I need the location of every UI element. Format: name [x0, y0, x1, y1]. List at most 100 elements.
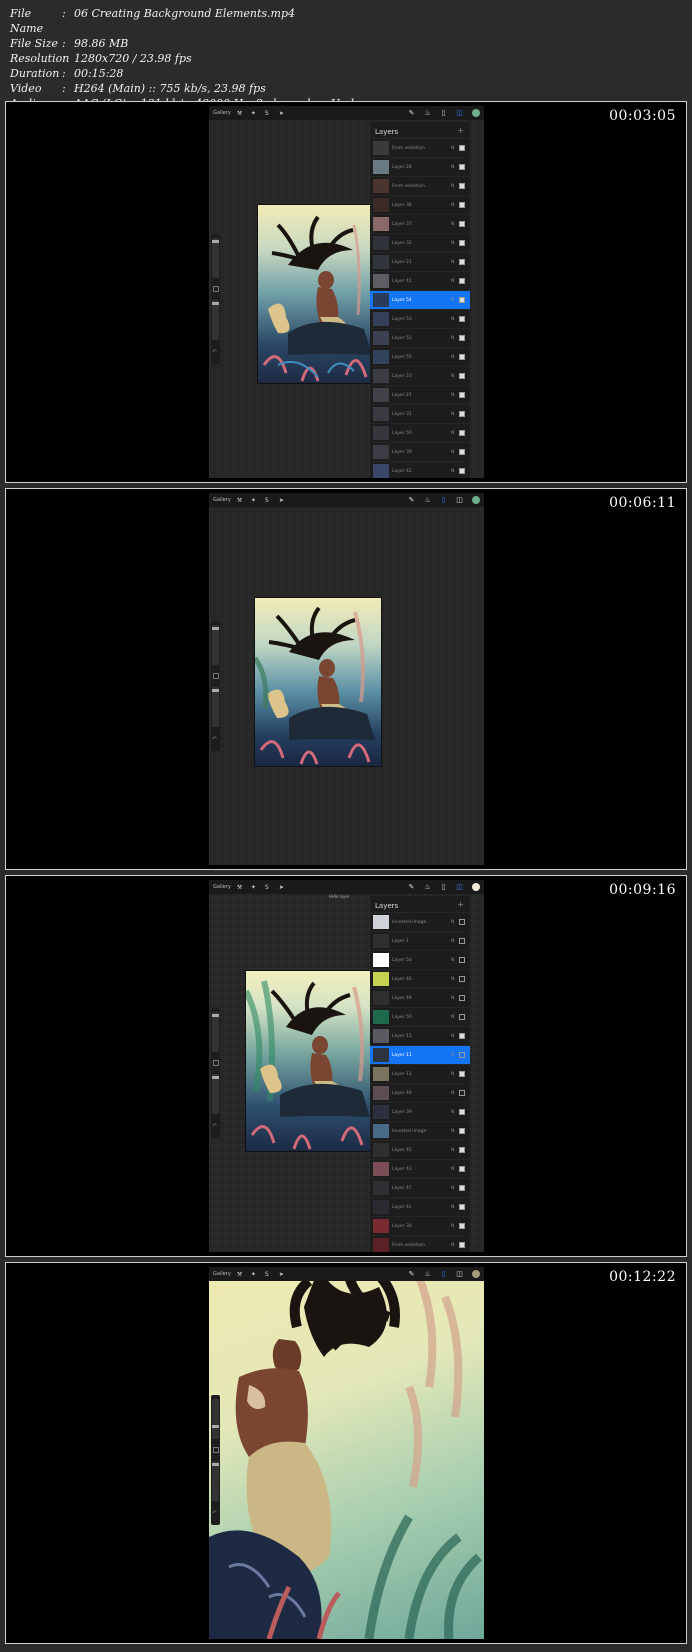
eyedropper-icon[interactable] — [213, 1060, 219, 1066]
layer-thumbnail[interactable] — [373, 198, 389, 212]
layer-row[interactable]: Layer 50 N — [370, 1007, 470, 1026]
layer-visibility-checkbox[interactable] — [459, 1090, 465, 1096]
blend-mode-button[interactable]: N — [451, 203, 459, 208]
layer-visibility-checkbox[interactable] — [459, 1147, 465, 1153]
layer-thumbnail[interactable] — [373, 407, 389, 421]
layer-row[interactable]: Layer 4x N — [370, 1197, 470, 1216]
layer-row[interactable]: Layer 1 N — [370, 931, 470, 950]
layer-row[interactable]: Layer 32 N — [370, 233, 470, 252]
slider-handle[interactable] — [212, 302, 219, 305]
layer-row[interactable]: Layer 42 N — [370, 461, 470, 478]
layer-visibility-checkbox[interactable] — [459, 1014, 465, 1020]
layer-thumbnail[interactable] — [373, 934, 389, 948]
layer-thumbnail[interactable] — [373, 1105, 389, 1119]
layer-thumbnail[interactable] — [373, 141, 389, 155]
layer-thumbnail[interactable] — [373, 388, 389, 402]
layer-visibility-checkbox[interactable] — [459, 449, 465, 455]
undo-icon[interactable]: ↶ — [212, 348, 217, 355]
layer-visibility-checkbox[interactable] — [459, 335, 465, 341]
layer-row[interactable]: Layer 41 N — [370, 271, 470, 290]
layer-thumbnail[interactable] — [373, 991, 389, 1005]
layer-visibility-checkbox[interactable] — [459, 164, 465, 170]
layer-thumbnail[interactable] — [373, 217, 389, 231]
layer-row[interactable]: Layer 39 N — [370, 442, 470, 461]
blend-mode-button[interactable]: N — [451, 165, 459, 170]
blend-mode-button[interactable]: N — [451, 1205, 459, 1210]
slider-handle[interactable] — [212, 240, 219, 243]
layer-visibility-checkbox[interactable] — [459, 1166, 465, 1172]
opacity-slider[interactable] — [212, 687, 219, 727]
brush-icon[interactable]: ✎ — [408, 1270, 415, 1278]
layer-visibility-checkbox[interactable] — [459, 1052, 465, 1058]
layer-thumbnail[interactable] — [373, 1143, 389, 1157]
mermaid-closeup-artwork[interactable] — [209, 1267, 484, 1639]
brush-size-slider[interactable] — [212, 1399, 219, 1439]
layer-thumbnail[interactable] — [373, 1238, 389, 1252]
blend-mode-button[interactable]: N — [451, 1034, 459, 1039]
transform-arrow-icon[interactable]: ➤ — [279, 1271, 285, 1278]
smudge-icon[interactable]: ♨ — [424, 496, 431, 504]
layer-row[interactable]: Inverted image N — [370, 1121, 470, 1140]
wrench-icon[interactable]: ⚒ — [237, 110, 243, 117]
blend-mode-button[interactable]: N — [451, 1148, 459, 1153]
layers-icon[interactable]: ◫ — [456, 109, 463, 117]
layer-thumbnail[interactable] — [373, 1219, 389, 1233]
layer-visibility-checkbox[interactable] — [459, 1033, 465, 1039]
gallery-button[interactable]: Gallery — [213, 884, 231, 890]
transform-arrow-icon[interactable]: ➤ — [279, 497, 285, 504]
blend-mode-button[interactable]: N — [451, 298, 459, 303]
layer-thumbnail[interactable] — [373, 1029, 389, 1043]
layer-thumbnail[interactable] — [373, 160, 389, 174]
selection-icon[interactable]: S — [265, 1271, 271, 1278]
layer-row[interactable]: Layer 49 N — [370, 1083, 470, 1102]
layer-visibility-checkbox[interactable] — [459, 297, 465, 303]
blend-mode-button[interactable]: N — [451, 1243, 459, 1248]
layer-visibility-checkbox[interactable] — [459, 183, 465, 189]
layer-thumbnail[interactable] — [373, 1048, 389, 1062]
layer-thumbnail[interactable] — [373, 255, 389, 269]
layer-visibility-checkbox[interactable] — [459, 976, 465, 982]
gallery-button[interactable]: Gallery — [213, 497, 231, 503]
blend-mode-button[interactable]: N — [451, 1072, 459, 1077]
undo-icon[interactable]: ↶ — [212, 1122, 217, 1129]
eyedropper-icon[interactable] — [213, 1447, 219, 1453]
layer-row[interactable]: Layer 46 N — [370, 969, 470, 988]
wrench-icon[interactable]: ⚒ — [237, 884, 243, 891]
transform-arrow-icon[interactable]: ➤ — [279, 110, 285, 117]
layer-thumbnail[interactable] — [373, 1162, 389, 1176]
layer-row[interactable]: Inverted image N — [370, 912, 470, 931]
layer-visibility-checkbox[interactable] — [459, 278, 465, 284]
slider-handle[interactable] — [212, 1463, 219, 1466]
blend-mode-button[interactable]: N — [451, 431, 459, 436]
layer-thumbnail[interactable] — [373, 426, 389, 440]
blend-mode-button[interactable]: N — [451, 336, 459, 341]
layer-thumbnail[interactable] — [373, 369, 389, 383]
magic-wand-icon[interactable]: ✦ — [251, 497, 257, 504]
layers-icon[interactable]: ◫ — [456, 883, 463, 891]
layer-row[interactable]: Layer 39 N — [370, 1102, 470, 1121]
eraser-icon[interactable]: ▯ — [440, 496, 447, 504]
layer-visibility-checkbox[interactable] — [459, 919, 465, 925]
smudge-icon[interactable]: ♨ — [424, 109, 431, 117]
layer-thumbnail[interactable] — [373, 464, 389, 478]
opacity-slider[interactable] — [212, 1461, 219, 1501]
layer-thumbnail[interactable] — [373, 312, 389, 326]
layer-visibility-checkbox[interactable] — [459, 145, 465, 151]
layer-row[interactable]: Layer 47 N — [370, 1178, 470, 1197]
color-swatch[interactable] — [472, 883, 480, 891]
eraser-icon[interactable]: ▯ — [440, 109, 447, 117]
mermaid-artwork[interactable] — [243, 970, 377, 1152]
blend-mode-button[interactable]: N — [451, 146, 459, 151]
layer-row[interactable]: Layer 52 N — [370, 328, 470, 347]
slider-handle[interactable] — [212, 1014, 219, 1017]
blend-mode-button[interactable]: N — [451, 920, 459, 925]
slider-handle[interactable] — [212, 1425, 219, 1428]
blend-mode-button[interactable]: N — [451, 1053, 459, 1058]
blend-mode-button[interactable]: N — [451, 241, 459, 246]
layer-visibility-checkbox[interactable] — [459, 411, 465, 417]
blend-mode-button[interactable]: N — [451, 1091, 459, 1096]
magic-wand-icon[interactable]: ✦ — [251, 884, 257, 891]
layer-thumbnail[interactable] — [373, 1181, 389, 1195]
blend-mode-button[interactable]: N — [451, 260, 459, 265]
layer-row[interactable]: Layer 5a N — [370, 950, 470, 969]
